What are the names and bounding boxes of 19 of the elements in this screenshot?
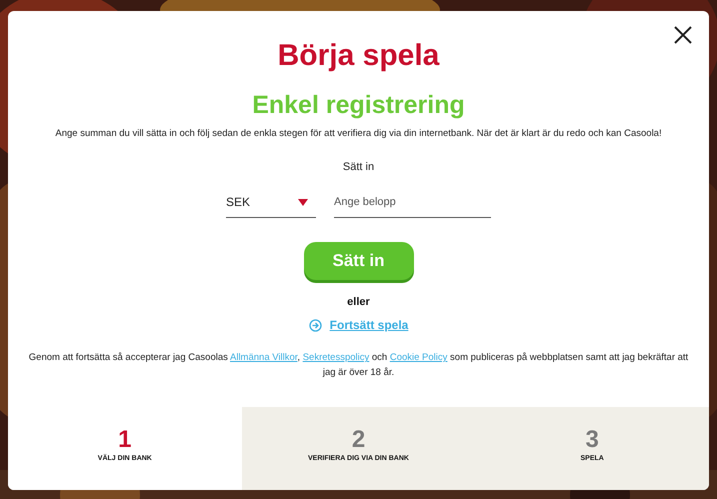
deposit-button[interactable]: Sätt in [304, 242, 414, 280]
or-text: eller [347, 294, 370, 310]
step-number: 1 [118, 427, 132, 453]
amount-field[interactable]: Ange belopp [334, 188, 491, 218]
privacy-link[interactable]: Sekretesspolicy [302, 352, 370, 364]
step-number: 3 [585, 427, 599, 453]
close-icon [674, 26, 692, 44]
modal-title: Börja spela [278, 38, 440, 74]
deposit-label: Sätt in [342, 160, 374, 176]
caret-icon [298, 198, 308, 206]
continue-link[interactable]: Fortsätt spela [308, 316, 408, 334]
arrow-circle-icon [308, 318, 322, 332]
terms-link[interactable]: Allmänna Villkor [230, 352, 298, 364]
modal-subtitle: Enkel registrering [252, 90, 465, 121]
intro-text: Ange summan du vill sätta in och följ sedan de enkla stegen för att verifiera dig via din internetbank. När det är klart är du redo och kan Casoola! [55, 127, 662, 141]
terms-text: Genom att fortsätta så accepterar jag Casoolas Allmänna Villkor, Sekretesspolicy och Cookie Policy som publiceras på webbplatsen samt att jag bekräftar att jag är över 18 år. [28, 351, 688, 380]
step-number: 2 [352, 427, 366, 453]
currency-select[interactable]: SEK [226, 188, 316, 218]
cookie-link[interactable]: Cookie Policy [390, 352, 448, 364]
